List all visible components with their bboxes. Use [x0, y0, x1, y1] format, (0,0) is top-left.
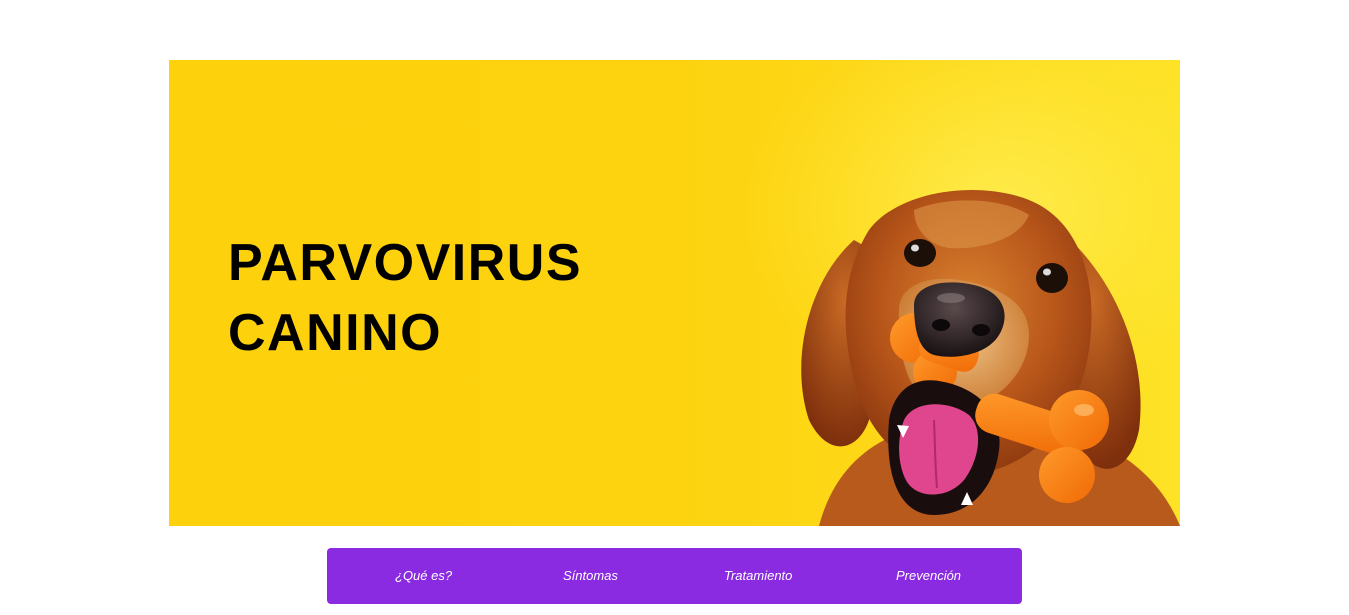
nav-item-prevencion[interactable]: Prevención — [896, 568, 961, 583]
main-nav: ¿Qué es? Síntomas Tratamiento Prevención — [327, 548, 1022, 604]
nav-item-tratamiento[interactable]: Tratamiento — [724, 568, 792, 583]
page-title-line-1: PARVOVIRUS — [228, 234, 583, 292]
nav-item-sintomas[interactable]: Síntomas — [563, 568, 618, 583]
page-title: PARVOVIRUS CANINO — [228, 228, 582, 368]
hero-banner: PARVOVIRUS CANINO — [169, 60, 1180, 526]
nav-item-que-es[interactable]: ¿Qué es? — [395, 568, 452, 583]
page-title-line-2: CANINO — [228, 304, 443, 362]
dog-photo — [801, 190, 1180, 526]
